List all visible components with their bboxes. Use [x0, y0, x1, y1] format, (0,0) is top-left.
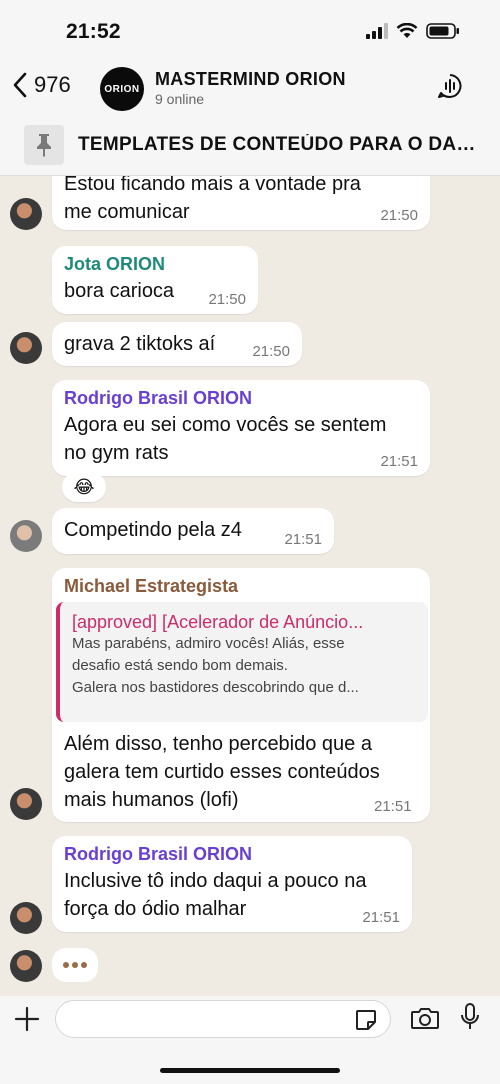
reply-text: desafio está sendo bom demais.: [72, 657, 288, 674]
chat-header: 976 ORION MASTERMIND ORION 9 online: [0, 62, 500, 116]
microphone-button[interactable]: [458, 1002, 482, 1037]
message-list: Estou ficando mais a vontade pra me comu…: [0, 176, 500, 996]
message-text: Competindo pela z4: [64, 519, 242, 541]
avatar[interactable]: [10, 902, 42, 934]
camera-icon: [411, 1008, 439, 1029]
plus-icon: [14, 1006, 40, 1032]
typing-indicator: [52, 948, 98, 982]
reply-quote[interactable]: [approved] [Acelerador de Anúncio... Mas…: [56, 602, 428, 722]
attach-button[interactable]: [14, 1006, 40, 1040]
back-button[interactable]: 976: [12, 72, 71, 98]
message-time: 21:51: [284, 531, 322, 548]
message-input[interactable]: [55, 1000, 391, 1038]
pin-icon: [24, 125, 64, 165]
avatar[interactable]: [10, 198, 42, 230]
pinned-message-bar[interactable]: TEMPLATES DE CONTEÚDO PARA O DAS...: [0, 116, 500, 176]
pinned-message-text: TEMPLATES DE CONTEÚDO PARA O DAS...: [78, 134, 478, 155]
message-time: 21:50: [252, 343, 290, 360]
group-online-count: 9 online: [155, 91, 205, 107]
message-bubble[interactable]: Rodrigo Brasil ORION Agora eu sei como v…: [52, 380, 430, 476]
message-bubble[interactable]: Rodrigo Brasil ORION Inclusive tô indo d…: [52, 836, 412, 932]
voice-chat-icon: [438, 74, 462, 98]
message-bubble[interactable]: Jota ORION bora carioca 21:50: [52, 246, 258, 314]
camera-button[interactable]: [410, 1005, 440, 1036]
wifi-icon: [396, 23, 418, 38]
composer-bar: [0, 996, 500, 1084]
message-sender[interactable]: Michael Estrategista: [64, 576, 418, 597]
battery-icon: [426, 23, 459, 39]
avatar[interactable]: [10, 950, 42, 982]
unread-count: 976: [34, 72, 71, 97]
avatar[interactable]: [10, 788, 42, 820]
message-time: 21:50: [380, 207, 418, 224]
reply-text: Galera nos bastidores descobrindo que d.…: [72, 679, 359, 696]
home-indicator: [160, 1068, 340, 1073]
message-sender[interactable]: Jota ORION: [64, 254, 246, 275]
microphone-icon: [461, 1003, 479, 1029]
group-avatar[interactable]: ORION: [100, 67, 144, 111]
typing-dot: [81, 962, 87, 968]
status-icons: [366, 23, 460, 39]
reaction-badge[interactable]: 😂: [62, 472, 106, 502]
message-text: Agora eu sei como vocês se sentem no gym…: [64, 414, 387, 464]
message-time: 21:51: [380, 453, 418, 470]
sticker-icon: [356, 1010, 376, 1030]
message-bubble[interactable]: grava 2 tiktoks aí 21:50: [52, 322, 302, 366]
avatar[interactable]: [10, 520, 42, 552]
status-time: 21:52: [66, 20, 121, 43]
status-bar: 21:52: [0, 0, 500, 62]
message-sender[interactable]: Rodrigo Brasil ORION: [64, 388, 418, 409]
typing-dot: [72, 962, 78, 968]
avatar[interactable]: [10, 332, 42, 364]
message-text: Inclusive tô indo daqui a pouco na força…: [64, 870, 367, 920]
signal-icon: [366, 23, 388, 39]
message-bubble[interactable]: Competindo pela z4 21:51: [52, 508, 334, 554]
chevron-left-icon: [13, 72, 27, 98]
message-sender[interactable]: Rodrigo Brasil ORION: [64, 844, 400, 865]
message-time: 21:51: [374, 798, 412, 815]
typing-dot: [63, 962, 69, 968]
message-text: Estou ficando mais a vontade pra me comu…: [64, 176, 361, 223]
voice-chat-button[interactable]: [436, 72, 464, 105]
message-time: 21:51: [362, 909, 400, 926]
message-text: Além disso, tenho percebido que a galera…: [64, 733, 380, 811]
reply-text: Mas parabéns, admiro vocês! Aliás, esse: [72, 635, 345, 652]
message-bubble[interactable]: Estou ficando mais a vontade pra me comu…: [52, 176, 430, 230]
reply-title: [approved] [Acelerador de Anúncio...: [72, 612, 364, 632]
message-time: 21:50: [208, 291, 246, 308]
group-title[interactable]: MASTERMIND ORION: [155, 69, 346, 90]
sticker-button[interactable]: [354, 1008, 378, 1037]
